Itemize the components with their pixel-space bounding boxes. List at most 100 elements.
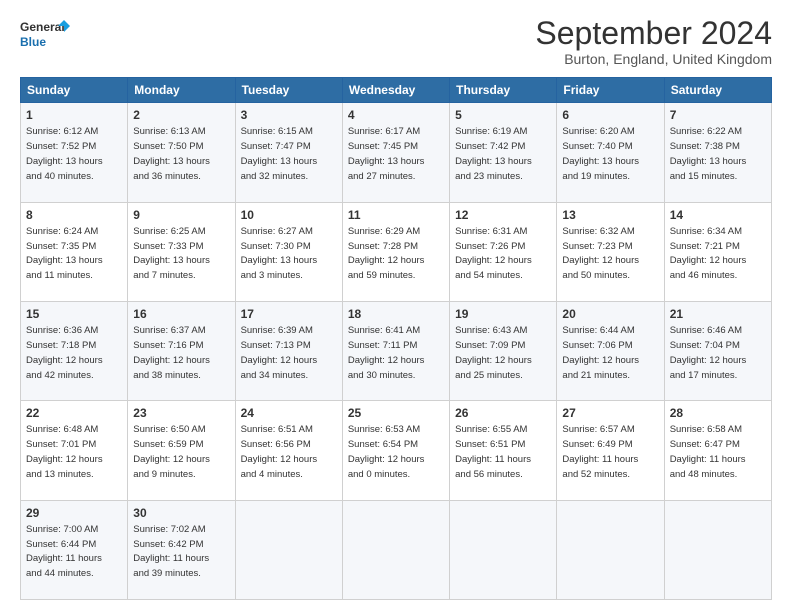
- week-row-1: 1 Sunrise: 6:12 AM Sunset: 7:52 PM Daylig…: [21, 103, 772, 202]
- day-info: Sunrise: 6:37 AM Sunset: 7:16 PM Dayligh…: [133, 325, 210, 380]
- day-number: 10: [241, 207, 337, 223]
- day-number: 18: [348, 306, 444, 322]
- day-info: Sunrise: 6:17 AM Sunset: 7:45 PM Dayligh…: [348, 126, 425, 181]
- day-info: Sunrise: 6:41 AM Sunset: 7:11 PM Dayligh…: [348, 325, 425, 380]
- day-number: 5: [455, 107, 551, 123]
- day-number: 1: [26, 107, 122, 123]
- day-info: Sunrise: 7:02 AM Sunset: 6:42 PM Dayligh…: [133, 524, 209, 579]
- day-cell: 4 Sunrise: 6:17 AM Sunset: 7:45 PM Daylig…: [342, 103, 449, 202]
- day-cell: 10Sunrise: 6:27 AM Sunset: 7:30 PM Dayli…: [235, 202, 342, 301]
- header-row: SundayMondayTuesdayWednesdayThursdayFrid…: [21, 78, 772, 103]
- day-number: 16: [133, 306, 229, 322]
- day-number: 14: [670, 207, 766, 223]
- day-cell: 14 Sunrise: 6:34 AM Sunset: 7:21 PM Dayli…: [664, 202, 771, 301]
- day-cell: 21 Sunrise: 6:46 AM Sunset: 7:04 PM Dayli…: [664, 301, 771, 400]
- day-info: Sunrise: 6:53 AM Sunset: 6:54 PM Dayligh…: [348, 424, 425, 479]
- day-info: Sunrise: 6:15 AM Sunset: 7:47 PM Dayligh…: [241, 126, 318, 181]
- day-info: Sunrise: 6:20 AM Sunset: 7:40 PM Dayligh…: [562, 126, 639, 181]
- header-cell-saturday: Saturday: [664, 78, 771, 103]
- header-cell-monday: Monday: [128, 78, 235, 103]
- day-cell: 7 Sunrise: 6:22 AM Sunset: 7:38 PM Daylig…: [664, 103, 771, 202]
- day-number: 28: [670, 405, 766, 421]
- week-row-2: 8 Sunrise: 6:24 AM Sunset: 7:35 PM Daylig…: [21, 202, 772, 301]
- day-number: 21: [670, 306, 766, 322]
- week-row-4: 22 Sunrise: 6:48 AM Sunset: 7:01 PM Dayli…: [21, 401, 772, 500]
- subtitle: Burton, England, United Kingdom: [535, 51, 772, 67]
- day-info: Sunrise: 6:34 AM Sunset: 7:21 PM Dayligh…: [670, 226, 747, 281]
- header: General Blue September 2024 Burton, Engl…: [20, 16, 772, 67]
- day-number: 6: [562, 107, 658, 123]
- week-row-3: 15 Sunrise: 6:36 AM Sunset: 7:18 PM Dayli…: [21, 301, 772, 400]
- logo: General Blue: [20, 16, 70, 56]
- day-number: 29: [26, 505, 122, 521]
- title-area: September 2024 Burton, England, United K…: [535, 16, 772, 67]
- day-info: Sunrise: 6:24 AM Sunset: 7:35 PM Dayligh…: [26, 226, 103, 281]
- day-info: Sunrise: 6:36 AM Sunset: 7:18 PM Dayligh…: [26, 325, 103, 380]
- day-cell: 19 Sunrise: 6:43 AM Sunset: 7:09 PM Dayli…: [450, 301, 557, 400]
- day-info: Sunrise: 6:58 AM Sunset: 6:47 PM Dayligh…: [670, 424, 746, 479]
- day-info: Sunrise: 6:22 AM Sunset: 7:38 PM Dayligh…: [670, 126, 747, 181]
- svg-text:General: General: [20, 20, 65, 34]
- page: General Blue September 2024 Burton, Engl…: [0, 0, 792, 612]
- day-cell: [342, 500, 449, 599]
- day-cell: 27 Sunrise: 6:57 AM Sunset: 6:49 PM Dayli…: [557, 401, 664, 500]
- day-cell: 30Sunrise: 7:02 AM Sunset: 6:42 PM Dayli…: [128, 500, 235, 599]
- day-cell: 11 Sunrise: 6:29 AM Sunset: 7:28 PM Dayli…: [342, 202, 449, 301]
- day-number: 22: [26, 405, 122, 421]
- day-number: 8: [26, 207, 122, 223]
- day-cell: [664, 500, 771, 599]
- day-cell: [557, 500, 664, 599]
- day-number: 20: [562, 306, 658, 322]
- day-number: 2: [133, 107, 229, 123]
- day-number: 11: [348, 207, 444, 223]
- calendar: SundayMondayTuesdayWednesdayThursdayFrid…: [20, 77, 772, 600]
- day-info: Sunrise: 6:31 AM Sunset: 7:26 PM Dayligh…: [455, 226, 532, 281]
- day-info: Sunrise: 6:43 AM Sunset: 7:09 PM Dayligh…: [455, 325, 532, 380]
- day-cell: [450, 500, 557, 599]
- day-info: Sunrise: 6:46 AM Sunset: 7:04 PM Dayligh…: [670, 325, 747, 380]
- day-cell: 15 Sunrise: 6:36 AM Sunset: 7:18 PM Dayli…: [21, 301, 128, 400]
- day-number: 4: [348, 107, 444, 123]
- day-cell: 3 Sunrise: 6:15 AM Sunset: 7:47 PM Daylig…: [235, 103, 342, 202]
- day-info: Sunrise: 6:13 AM Sunset: 7:50 PM Dayligh…: [133, 126, 210, 181]
- day-number: 23: [133, 405, 229, 421]
- day-number: 17: [241, 306, 337, 322]
- day-number: 7: [670, 107, 766, 123]
- header-cell-thursday: Thursday: [450, 78, 557, 103]
- day-number: 26: [455, 405, 551, 421]
- header-cell-friday: Friday: [557, 78, 664, 103]
- day-cell: [235, 500, 342, 599]
- day-info: Sunrise: 6:19 AM Sunset: 7:42 PM Dayligh…: [455, 126, 532, 181]
- day-number: 27: [562, 405, 658, 421]
- day-info: Sunrise: 6:39 AM Sunset: 7:13 PM Dayligh…: [241, 325, 318, 380]
- day-cell: 6 Sunrise: 6:20 AM Sunset: 7:40 PM Daylig…: [557, 103, 664, 202]
- day-number: 3: [241, 107, 337, 123]
- main-title: September 2024: [535, 16, 772, 51]
- day-info: Sunrise: 6:44 AM Sunset: 7:06 PM Dayligh…: [562, 325, 639, 380]
- day-number: 15: [26, 306, 122, 322]
- day-cell: 12 Sunrise: 6:31 AM Sunset: 7:26 PM Dayli…: [450, 202, 557, 301]
- day-info: Sunrise: 6:29 AM Sunset: 7:28 PM Dayligh…: [348, 226, 425, 281]
- day-info: Sunrise: 6:55 AM Sunset: 6:51 PM Dayligh…: [455, 424, 531, 479]
- day-number: 12: [455, 207, 551, 223]
- day-info: Sunrise: 7:00 AM Sunset: 6:44 PM Dayligh…: [26, 524, 102, 579]
- day-number: 25: [348, 405, 444, 421]
- day-cell: 2 Sunrise: 6:13 AM Sunset: 7:50 PM Daylig…: [128, 103, 235, 202]
- day-info: Sunrise: 6:25 AM Sunset: 7:33 PM Dayligh…: [133, 226, 210, 281]
- day-info: Sunrise: 6:32 AM Sunset: 7:23 PM Dayligh…: [562, 226, 639, 281]
- day-cell: 28 Sunrise: 6:58 AM Sunset: 6:47 PM Dayli…: [664, 401, 771, 500]
- header-cell-wednesday: Wednesday: [342, 78, 449, 103]
- header-cell-sunday: Sunday: [21, 78, 128, 103]
- day-number: 13: [562, 207, 658, 223]
- day-number: 19: [455, 306, 551, 322]
- day-cell: 9 Sunrise: 6:25 AM Sunset: 7:33 PM Daylig…: [128, 202, 235, 301]
- day-cell: 1 Sunrise: 6:12 AM Sunset: 7:52 PM Daylig…: [21, 103, 128, 202]
- day-cell: 23Sunrise: 6:50 AM Sunset: 6:59 PM Dayli…: [128, 401, 235, 500]
- day-number: 9: [133, 207, 229, 223]
- day-cell: 25 Sunrise: 6:53 AM Sunset: 6:54 PM Dayli…: [342, 401, 449, 500]
- day-info: Sunrise: 6:57 AM Sunset: 6:49 PM Dayligh…: [562, 424, 638, 479]
- day-info: Sunrise: 6:12 AM Sunset: 7:52 PM Dayligh…: [26, 126, 103, 181]
- header-cell-tuesday: Tuesday: [235, 78, 342, 103]
- day-cell: 5 Sunrise: 6:19 AM Sunset: 7:42 PM Daylig…: [450, 103, 557, 202]
- day-info: Sunrise: 6:48 AM Sunset: 7:01 PM Dayligh…: [26, 424, 103, 479]
